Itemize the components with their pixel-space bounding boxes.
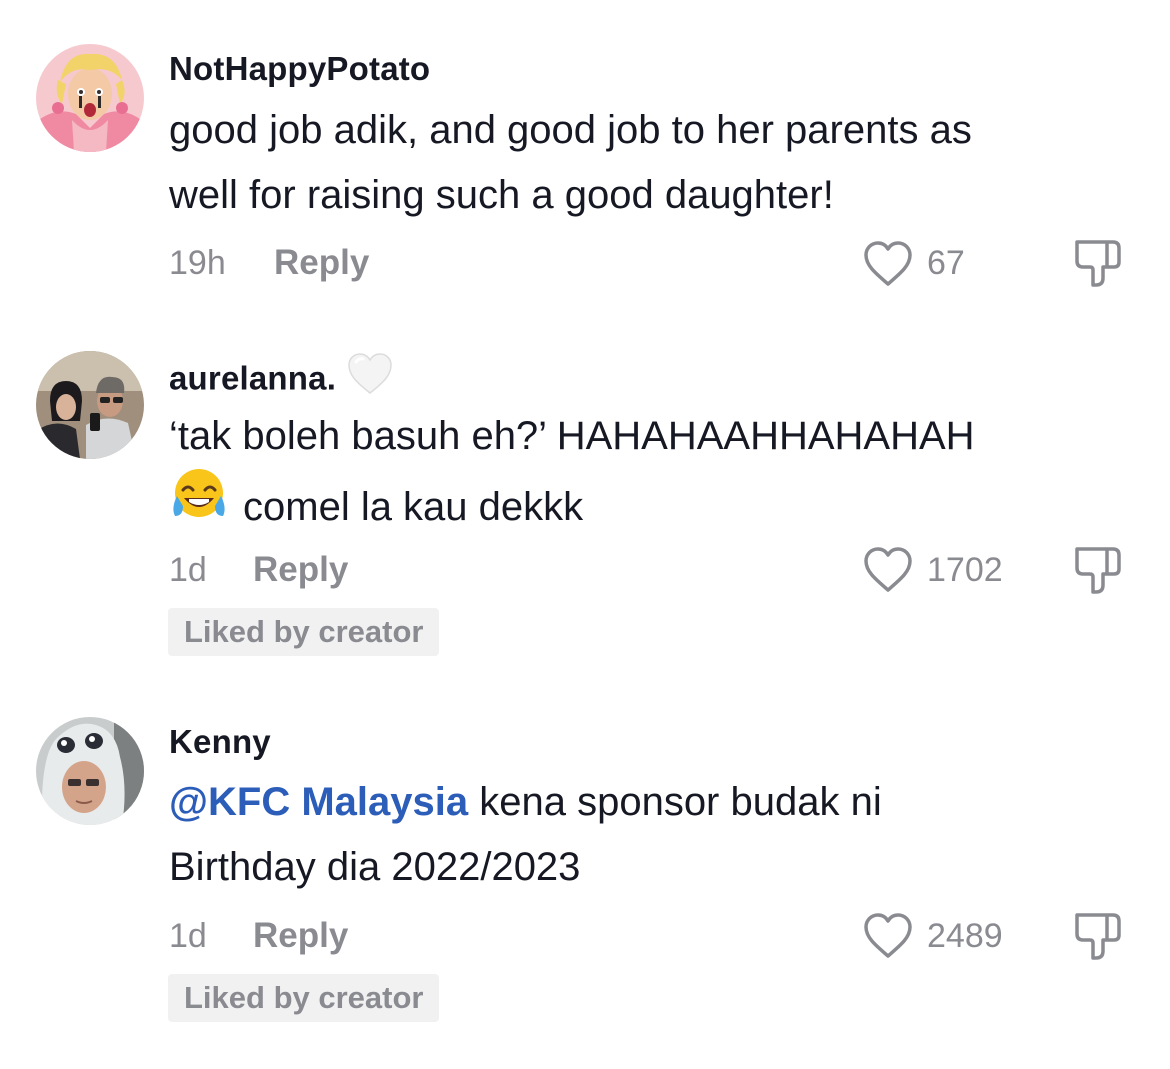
reply-button[interactable]: Reply	[274, 243, 369, 283]
reply-button[interactable]: Reply	[253, 550, 348, 590]
mention-link[interactable]: @KFC Malaysia	[169, 780, 468, 824]
reply-button[interactable]: Reply	[253, 916, 348, 956]
liked-by-creator-badge: Liked by creator	[168, 608, 440, 656]
comment-text: ‘tak boleh basuh eh?’ HAHAHAAHHAHAHAH co…	[169, 404, 1144, 542]
photo-avatar-icon[interactable]	[36, 351, 144, 459]
comment-username[interactable]: Kenny	[169, 723, 271, 761]
like-count: 2489	[927, 917, 1003, 955]
comment-timestamp: 1d	[169, 917, 207, 955]
comment-text-content: kena sponsor budak ni	[468, 780, 882, 824]
hooded-avatar-icon[interactable]	[36, 717, 144, 825]
comment-text: good job adik, and good job to her paren…	[169, 98, 1144, 228]
comment-text-line: good job adik, and good job to her paren…	[169, 108, 972, 152]
cartoon-avatar-icon[interactable]	[36, 44, 144, 152]
comment-username-text: aurelanna.	[169, 359, 337, 397]
comment-text-line: @KFC Malaysia kena sponsor budak ni	[169, 770, 1144, 835]
comment-username[interactable]: NotHappyPotato	[169, 50, 430, 88]
comment-text-content: comel la kau dekkk	[243, 485, 584, 529]
heart-outline-icon[interactable]	[862, 546, 914, 599]
comment-text-line: Birthday dia 2022/2023	[169, 845, 581, 889]
like-count: 67	[927, 244, 965, 282]
like-count: 1702	[927, 551, 1003, 589]
heart-outline-icon[interactable]	[862, 240, 914, 293]
comment-timestamp: 19h	[169, 244, 226, 282]
comment-text: @KFC Malaysia kena sponsor budak ni Birt…	[169, 770, 1144, 900]
thumbs-down-icon[interactable]	[1073, 238, 1125, 293]
comment-text-line: comel la kau dekkk	[169, 469, 1144, 542]
heart-outline-icon[interactable]	[862, 912, 914, 965]
thumbs-down-icon[interactable]	[1073, 545, 1125, 600]
liked-by-creator-badge: Liked by creator	[168, 974, 440, 1022]
comment-timestamp: 1d	[169, 551, 207, 589]
tears-of-joy-emoji-icon	[169, 466, 229, 542]
thumbs-down-icon[interactable]	[1073, 911, 1125, 966]
comment-username[interactable]: aurelanna.	[169, 353, 394, 405]
comment-text-line: well for raising such a good daughter!	[169, 173, 834, 217]
comment-text-line: ‘tak boleh basuh eh?’ HAHAHAAHHAHAHAH	[169, 414, 975, 458]
white-heart-icon	[346, 351, 394, 405]
